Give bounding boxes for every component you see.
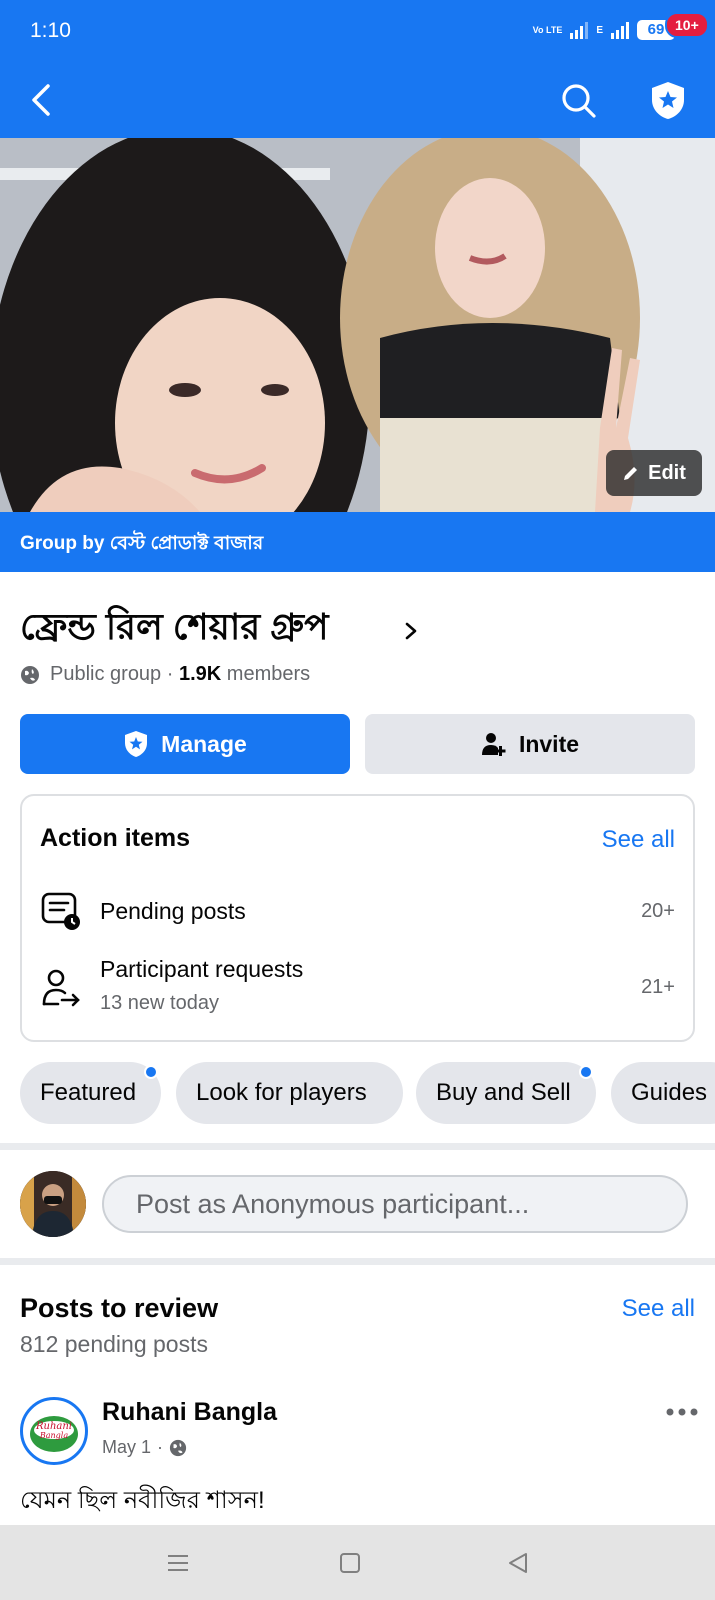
posts-to-review-title: Posts to review: [20, 1293, 219, 1323]
section-divider: [0, 1258, 715, 1265]
chip-buy-and-sell[interactable]: Buy and Sell: [416, 1062, 596, 1124]
edit-cover-button[interactable]: Edit: [606, 450, 702, 496]
group-owner-banner[interactable]: Group by বেস্ট প্রোডাক্ট বাজার: [0, 512, 715, 572]
manage-label: Manage: [161, 730, 247, 757]
action-item-participant-requests[interactable]: Participant requests 13 new today 21+: [22, 954, 693, 1024]
home-icon[interactable]: [336, 1549, 364, 1577]
post-date[interactable]: May 1: [102, 1437, 151, 1458]
chip-label: Guides: [631, 1079, 708, 1106]
post-composer-input[interactable]: Post as Anonymous participant...: [102, 1175, 688, 1233]
action-items-title: Action items: [40, 824, 191, 852]
system-navigation-bar: [0, 1525, 715, 1600]
group-name[interactable]: ফ্রেন্ড রিল শেয়ার গ্রুপ: [20, 600, 329, 660]
group-meta: Public group · 1.9K members: [20, 663, 310, 686]
chip-guides[interactable]: Guides: [611, 1062, 715, 1124]
globe-icon: [169, 1439, 187, 1456]
chip-label: Look for players: [196, 1079, 367, 1106]
meta-separator: ·: [166, 663, 174, 685]
chevron-right-icon[interactable]: [402, 620, 420, 642]
shield-star-icon[interactable]: [646, 78, 690, 122]
action-item-label: Participant requests: [100, 956, 304, 982]
post-text: যেমন ছিল নবীজির শাসন!: [20, 1487, 265, 1514]
status-time: 1:10: [30, 19, 71, 42]
add-person-icon: [481, 733, 506, 756]
back-icon[interactable]: [504, 1549, 532, 1577]
pencil-icon: [624, 467, 638, 480]
signal-icon-1: [570, 21, 589, 39]
menu-icon[interactable]: [164, 1549, 192, 1577]
meta-separator: ·: [157, 1437, 164, 1457]
member-count[interactable]: 1.9K: [179, 663, 221, 685]
ruhani-bangla-logo: Ruhani Bangla: [25, 1402, 83, 1460]
status-bar: 1:10 Vo LTE E 69: [0, 0, 715, 62]
section-divider: [0, 1143, 715, 1150]
user-avatar-image: [20, 1171, 86, 1237]
post-author-avatar[interactable]: Ruhani Bangla: [20, 1397, 88, 1465]
pending-posts-icon: [41, 892, 80, 930]
action-item-label: Pending posts: [100, 898, 246, 924]
action-items-see-all-link[interactable]: See all: [602, 826, 675, 854]
network-type: E: [596, 24, 603, 36]
new-indicator-dot: [144, 1065, 158, 1079]
notification-badge: 10+: [665, 12, 709, 38]
new-indicator-dot: [579, 1065, 593, 1079]
search-icon[interactable]: [558, 80, 598, 120]
group-privacy: Public group: [50, 663, 162, 685]
invite-label: Invite: [518, 730, 580, 757]
invite-button[interactable]: Invite: [365, 714, 695, 774]
shield-star-icon: [125, 731, 148, 757]
back-arrow-icon[interactable]: [24, 80, 64, 120]
post-author-name[interactable]: Ruhani Bangla: [102, 1398, 277, 1427]
user-avatar[interactable]: [20, 1171, 86, 1237]
app-bar: [0, 62, 715, 138]
manage-button[interactable]: Manage: [20, 714, 350, 774]
action-item-sub: 13 new today: [100, 992, 219, 1014]
post-meta: May 1 ·: [102, 1437, 187, 1458]
edit-cover-label: Edit: [648, 461, 686, 484]
action-item-count: 21+: [641, 976, 675, 998]
volte-indicator: Vo LTE: [532, 24, 563, 35]
action-item-count: 20+: [641, 900, 675, 922]
globe-icon: [21, 665, 39, 684]
signal-icon-2: [611, 21, 629, 39]
pending-posts-count: 812 pending posts: [20, 1331, 208, 1357]
chip-label: Featured: [40, 1079, 137, 1106]
participant-requests-icon: [42, 969, 80, 1007]
chip-look-for-players[interactable]: Look for players: [176, 1062, 403, 1124]
chip-label: Buy and Sell: [436, 1079, 571, 1106]
svg-text:Bangla: Bangla: [39, 1431, 68, 1440]
more-options-icon[interactable]: [664, 1400, 700, 1424]
action-items-card: Action items See all Pending posts 20+ P…: [20, 794, 695, 1042]
group-tabs-chips: Featured Look for players Buy and Sell G…: [20, 1062, 715, 1124]
chip-featured[interactable]: Featured: [20, 1062, 161, 1124]
status-icons: Vo LTE E 69: [533, 20, 675, 40]
members-label[interactable]: members: [227, 663, 310, 685]
posts-to-review-see-all-link[interactable]: See all: [622, 1295, 695, 1323]
action-item-pending-posts[interactable]: Pending posts 20+: [22, 888, 693, 936]
